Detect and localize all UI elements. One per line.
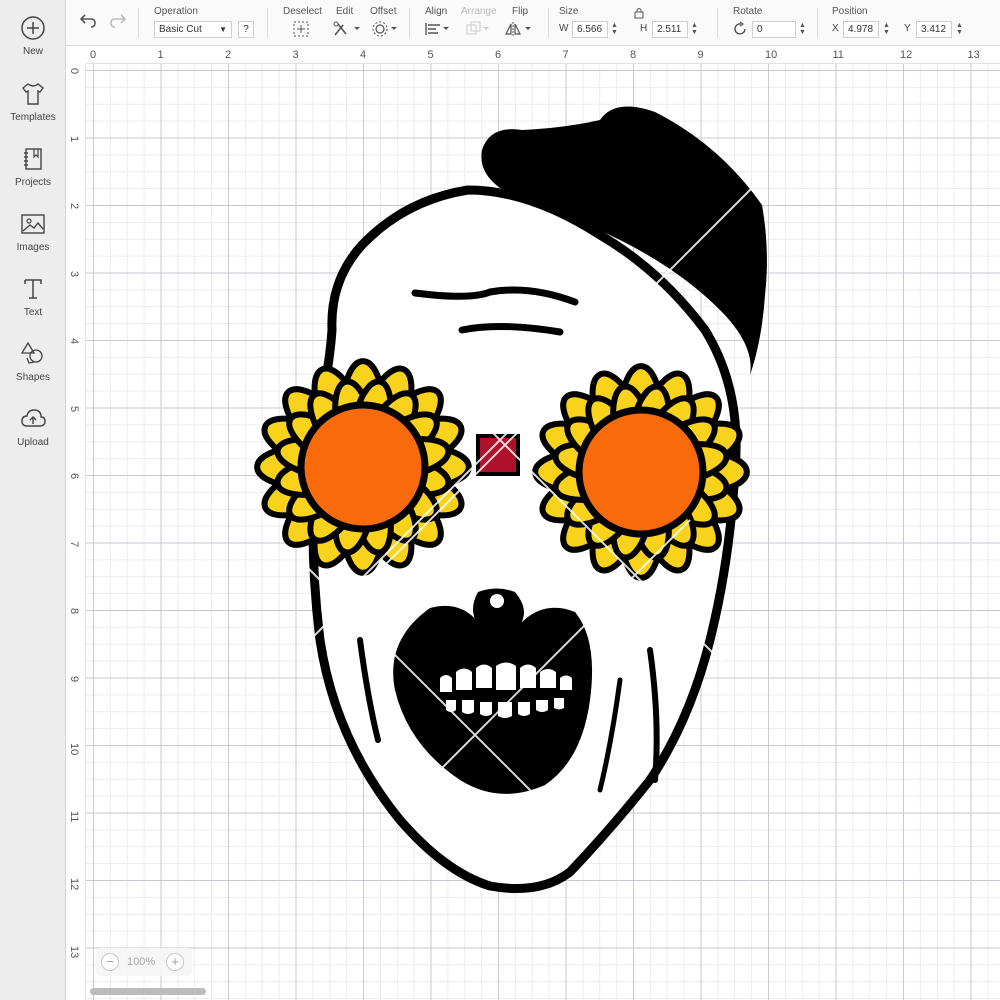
sidebar-item-label: New xyxy=(22,46,43,57)
flip-icon[interactable] xyxy=(504,20,536,38)
align-label: Align xyxy=(425,6,448,17)
height-input[interactable]: 2.511 xyxy=(652,21,688,38)
notebook-icon xyxy=(24,148,42,170)
zoom-in-button[interactable]: + xyxy=(166,953,184,971)
offset-icon[interactable] xyxy=(371,20,401,38)
height-stepper[interactable]: ▲ ▼ xyxy=(691,22,698,36)
left-sidebar: New Templates Projects Images Text Shape… xyxy=(0,0,66,1000)
operation-select[interactable]: Basic Cut ▼ xyxy=(154,21,232,38)
zoom-level: 100% xyxy=(127,956,156,968)
width-stepper[interactable]: ▲ ▼ xyxy=(611,22,618,36)
edit-label: Edit xyxy=(336,6,354,17)
sidebar-item-label: Templates xyxy=(10,112,56,123)
lock-icon[interactable] xyxy=(633,6,645,20)
text-t-icon xyxy=(24,279,42,299)
image-icon xyxy=(21,214,45,234)
tshirt-icon xyxy=(22,83,44,105)
redo-icon[interactable] xyxy=(108,12,128,30)
zoom-controls: − 100% + xyxy=(96,948,192,976)
design-canvas[interactable]: 0 1 2 3 4 5 6 7 8 9 10 11 12 13 0 1 2 3 4 5 6 7 8 9 10 11 12 13 xyxy=(66,46,1000,1000)
rotate-stepper[interactable]: ▲ ▼ xyxy=(799,22,806,36)
cloud-upload-icon xyxy=(21,409,46,427)
deselect-icon[interactable] xyxy=(292,20,310,38)
sidebar-item-label: Projects xyxy=(14,177,52,188)
rotate-label: Rotate xyxy=(733,6,763,17)
width-label: W xyxy=(559,23,569,34)
y-stepper[interactable]: ▲ ▼ xyxy=(956,22,963,36)
x-stepper[interactable]: ▲ ▼ xyxy=(883,22,890,36)
sidebar-item-shapes[interactable]: Shapes xyxy=(0,340,66,400)
edit-icon[interactable] xyxy=(332,20,364,38)
horizontal-scrollbar[interactable] xyxy=(90,988,206,995)
rotate-icon xyxy=(734,21,746,35)
size-label: Size xyxy=(559,6,579,17)
sidebar-item-projects[interactable]: Projects xyxy=(0,145,66,205)
sidebar-item-label: Upload xyxy=(17,437,49,448)
y-label: Y xyxy=(904,23,911,34)
offset-label: Offset xyxy=(370,6,397,17)
deselect-label: Deselect xyxy=(283,6,322,17)
x-input[interactable]: 4.978 xyxy=(843,21,879,38)
sunflower-right-lens xyxy=(532,363,750,581)
undo-icon[interactable] xyxy=(78,12,98,30)
sidebar-item-label: Images xyxy=(16,242,50,253)
sidebar-item-templates[interactable]: Templates xyxy=(0,80,66,140)
sidebar-item-new[interactable]: New xyxy=(0,14,66,74)
rotate-input[interactable]: 0 xyxy=(752,21,796,38)
shapes-icon xyxy=(20,341,43,364)
clown-sunflower-design[interactable] xyxy=(66,46,1000,1000)
plus-circle-icon xyxy=(21,16,45,40)
arrange-label: Arrange xyxy=(461,6,497,17)
flower-center xyxy=(575,406,707,538)
width-input[interactable]: 6.566 xyxy=(572,21,608,38)
arrange-icon[interactable] xyxy=(464,20,492,38)
chevron-down-icon: ▼ xyxy=(219,25,227,34)
sidebar-item-upload[interactable]: Upload xyxy=(0,405,66,465)
operation-label: Operation xyxy=(154,6,198,17)
y-input[interactable]: 3.412 xyxy=(916,21,952,38)
position-label: Position xyxy=(832,6,868,17)
sidebar-item-text[interactable]: Text xyxy=(0,275,66,335)
help-button[interactable]: ? xyxy=(238,21,254,38)
nostril xyxy=(490,594,504,608)
sidebar-item-label: Shapes xyxy=(16,372,50,383)
height-label: H xyxy=(640,23,648,34)
x-label: X xyxy=(832,23,839,34)
sidebar-item-label: Text xyxy=(23,307,43,318)
sidebar-item-images[interactable]: Images xyxy=(0,210,66,270)
flower-center xyxy=(297,401,429,533)
zoom-out-button[interactable]: − xyxy=(101,953,119,971)
align-icon[interactable] xyxy=(424,20,452,38)
sunflower-left-lens xyxy=(254,358,472,576)
flip-label: Flip xyxy=(512,6,529,17)
operation-value: Basic Cut xyxy=(159,24,202,35)
top-toolbar: Operation Basic Cut ▼ ? Deselect Edit Of… xyxy=(66,0,1000,46)
